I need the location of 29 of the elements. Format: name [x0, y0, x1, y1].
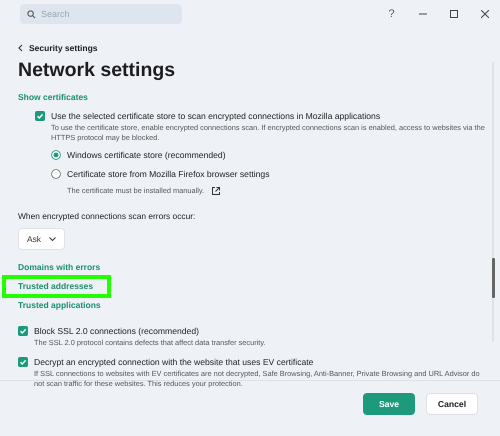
option-label: Block SSL 2.0 connections (recommended) — [34, 326, 200, 337]
option-label: Decrypt an encrypted connection with the website that uses EV certificate — [34, 357, 314, 368]
chevron-left-icon — [18, 44, 23, 52]
action-dropdown[interactable]: Ask — [18, 228, 65, 250]
maximize-icon[interactable] — [450, 10, 458, 18]
settings-link[interactable]: Domains with errors — [18, 262, 100, 273]
checkbox[interactable] — [18, 357, 28, 367]
show-certificates-link[interactable]: Show certificates — [18, 92, 88, 102]
help-button[interactable]: ? — [388, 8, 395, 20]
search-icon — [27, 10, 36, 19]
minimize-icon[interactable] — [418, 13, 426, 15]
radio-label: Windows certificate store (recommended) — [67, 150, 226, 161]
cancel-button[interactable]: Cancel — [426, 393, 478, 415]
scan-errors-label: When encrypted connections scan errors occur: — [18, 211, 196, 221]
search-field[interactable]: Search — [20, 4, 182, 24]
back-link[interactable]: Security settings — [18, 43, 98, 53]
radio-button[interactable] — [51, 169, 61, 179]
save-button[interactable]: Save — [363, 393, 415, 415]
option-label: Use the selected certificate store to scan encrypted connections in Mozilla applications — [51, 111, 382, 122]
page-title: Network settings — [18, 59, 176, 82]
radio-button[interactable] — [51, 150, 61, 160]
settings-link[interactable]: Trusted applications — [18, 300, 101, 311]
checkbox[interactable] — [18, 326, 28, 336]
chevron-down-icon — [48, 237, 56, 241]
close-icon[interactable] — [480, 10, 488, 18]
external-link-icon[interactable] — [212, 187, 220, 195]
radio-label: Certificate store from Mozilla Firefox browser settings — [67, 169, 270, 180]
settings-link[interactable]: Trusted addresses — [18, 281, 94, 292]
checkbox[interactable] — [35, 111, 45, 121]
